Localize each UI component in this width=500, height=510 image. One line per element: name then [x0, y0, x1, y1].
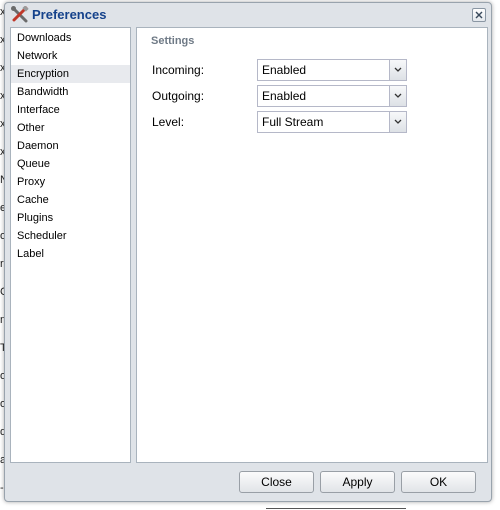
sidebar-item-label: Cache [17, 194, 49, 206]
dialog-titlebar[interactable]: Preferences [5, 3, 491, 27]
sidebar-item-label: Other [17, 122, 45, 134]
chevron-down-icon [394, 119, 402, 124]
incoming-select-value: Enabled [262, 63, 307, 77]
incoming-label: Incoming: [152, 63, 205, 77]
preferences-category-list: Downloads Network Encryption Bandwidth I… [10, 27, 131, 463]
ok-button[interactable]: OK [401, 471, 476, 493]
section-title: Settings [151, 35, 195, 47]
background-divider [266, 508, 406, 509]
apply-button[interactable]: Apply [320, 471, 395, 493]
sidebar-item-plugins[interactable]: Plugins [11, 209, 130, 227]
close-button[interactable] [472, 8, 486, 22]
level-select-value: Full Stream [262, 115, 324, 129]
incoming-row: Incoming: Enabled [152, 59, 412, 81]
sidebar-item-label: Label [17, 248, 44, 260]
sidebar-item-scheduler[interactable]: Scheduler [11, 227, 130, 245]
encryption-settings-panel: Settings Incoming: Enabled Outgoing: Ena… [136, 27, 488, 463]
level-dropdown-trigger[interactable] [389, 112, 406, 132]
incoming-select[interactable]: Enabled [257, 59, 407, 81]
level-select[interactable]: Full Stream [257, 111, 407, 133]
sidebar-item-encryption[interactable]: Encryption [11, 65, 130, 83]
sidebar-item-proxy[interactable]: Proxy [11, 173, 130, 191]
sidebar-item-daemon[interactable]: Daemon [11, 137, 130, 155]
sidebar-item-queue[interactable]: Queue [11, 155, 130, 173]
level-row: Level: Full Stream [152, 111, 412, 133]
wrench-screwdriver-icon [10, 5, 30, 24]
dialog-title: Preferences [32, 7, 107, 22]
outgoing-row: Outgoing: Enabled [152, 85, 412, 107]
outgoing-label: Outgoing: [152, 89, 205, 103]
sidebar-item-label: Network [17, 50, 58, 62]
level-label: Level: [152, 115, 185, 129]
sidebar-item-bandwidth[interactable]: Bandwidth [11, 83, 130, 101]
outgoing-dropdown-trigger[interactable] [389, 86, 406, 106]
sidebar-item-label: Queue [17, 158, 51, 170]
sidebar-item-interface[interactable]: Interface [11, 101, 130, 119]
incoming-dropdown-trigger[interactable] [389, 60, 406, 80]
outgoing-select-value: Enabled [262, 89, 307, 103]
sidebar-item-label: Encryption [17, 68, 69, 80]
sidebar-item-network[interactable]: Network [11, 47, 130, 65]
sidebar-item-label: Interface [17, 104, 60, 116]
sidebar-item-label: Downloads [17, 32, 72, 44]
sidebar-item-label: Daemon [17, 140, 59, 152]
sidebar-item-label-page[interactable]: Label [11, 245, 130, 263]
sidebar-item-label: Plugins [17, 212, 54, 224]
close-dialog-button[interactable]: Close [239, 471, 314, 493]
sidebar-item-cache[interactable]: Cache [11, 191, 130, 209]
sidebar-item-downloads[interactable]: Downloads [11, 29, 130, 47]
chevron-down-icon [394, 67, 402, 72]
sidebar-item-label: Scheduler [17, 230, 67, 242]
preferences-dialog: Preferences Downloads Network Encryption… [4, 2, 492, 502]
sidebar-item-label: Proxy [17, 176, 46, 188]
chevron-down-icon [394, 93, 402, 98]
sidebar-item-other[interactable]: Other [11, 119, 130, 137]
sidebar-item-label: Bandwidth [17, 86, 69, 98]
outgoing-select[interactable]: Enabled [257, 85, 407, 107]
close-icon [475, 11, 483, 19]
